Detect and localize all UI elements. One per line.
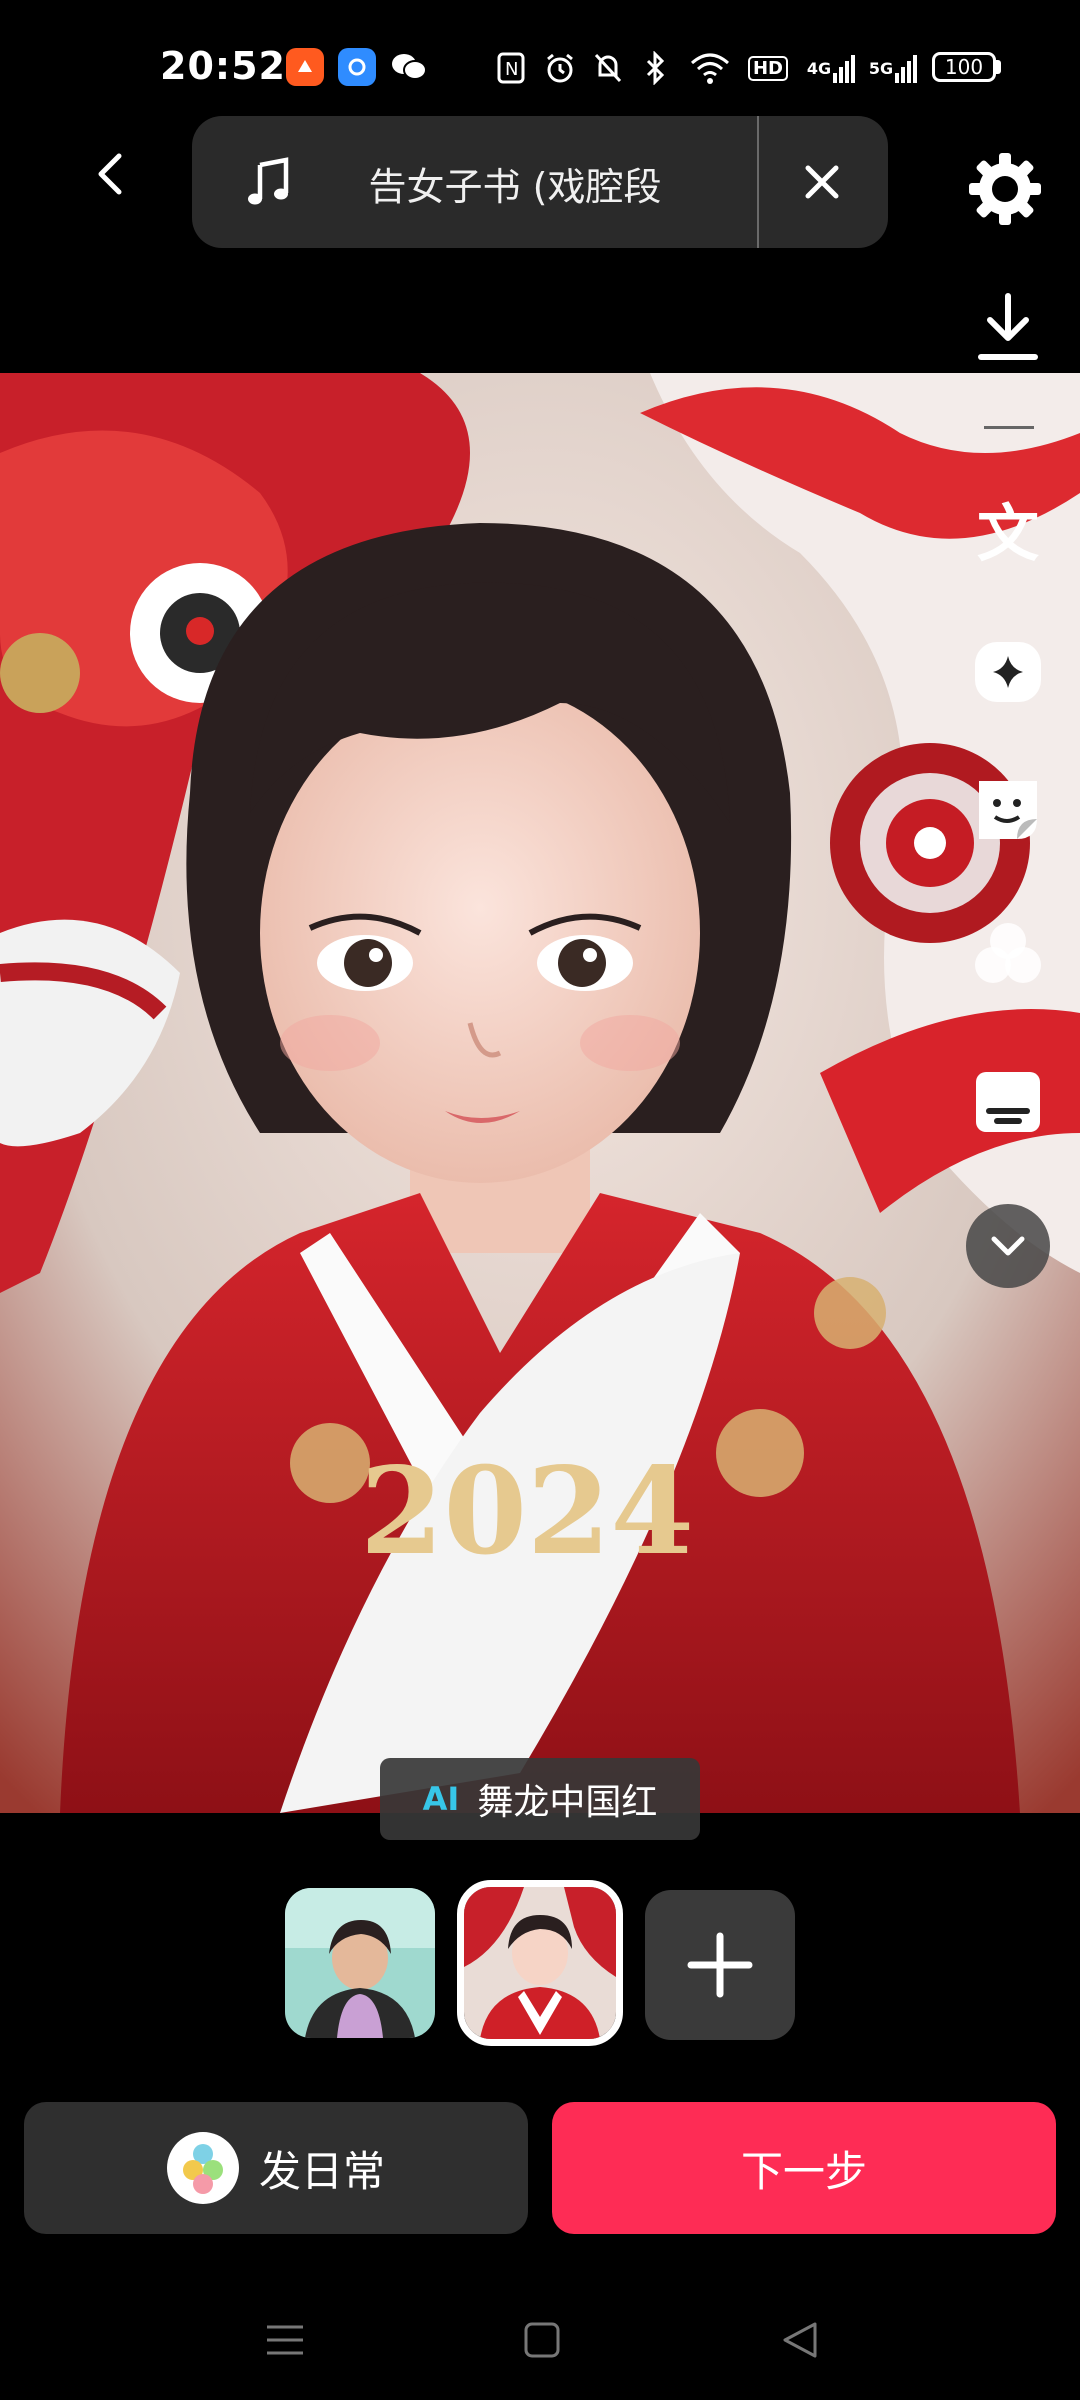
music-note-icon [240, 150, 296, 214]
hd-icon: HD [746, 48, 790, 88]
next-step-label: 下一步 [740, 2146, 867, 2196]
nfc-icon: N [496, 48, 526, 88]
alarm-icon [542, 48, 578, 88]
mute-icon [590, 48, 626, 88]
post-daily-label: 发日常 [258, 2146, 385, 2196]
settings-icon [969, 153, 1041, 225]
daily-avatar [166, 2132, 239, 2204]
text-button[interactable]: 文 [970, 490, 1046, 570]
media-thumbnail-ai[interactable] [457, 1880, 623, 2046]
preview-image[interactable]: 2024 [0, 373, 1080, 1813]
caption-button[interactable] [970, 1064, 1046, 1140]
effects-button[interactable] [970, 634, 1046, 710]
download-button[interactable] [970, 290, 1046, 366]
download-icon [978, 293, 1038, 360]
hero-overlay-text: 2024 [360, 1441, 694, 1582]
sticker-button[interactable] [970, 772, 1046, 848]
media-thumbnail-original[interactable] [285, 1888, 435, 2038]
tools-divider [984, 426, 1034, 429]
wechat-icon [390, 48, 428, 86]
menu-nav-icon [267, 2325, 303, 2355]
more-tools-button[interactable] [966, 1204, 1050, 1288]
settings-button[interactable] [962, 146, 1048, 232]
bluetooth-icon [638, 48, 672, 88]
caption-icon [976, 1072, 1040, 1132]
back-icon [98, 153, 122, 195]
home-nav-icon [524, 2322, 560, 2358]
system-back-button[interactable] [770, 2310, 830, 2370]
home-button[interactable] [512, 2310, 572, 2370]
sparkle-icon [975, 642, 1041, 702]
sticker-icon [979, 781, 1037, 839]
music-title: 告女子书 (戏腔段 [368, 165, 662, 208]
recent-apps-button[interactable] [255, 2310, 315, 2370]
signal-5g-icon: 5G [866, 48, 920, 88]
signal-4g-icon: 4G [806, 48, 856, 88]
text-icon: 文 [976, 497, 1039, 570]
next-step-button[interactable]: 下一步 [552, 2102, 1056, 2234]
status-bar: 20:52 N HD 4G 5G 100 [0, 0, 1080, 120]
ai-effect-label: 舞龙中国红 [477, 1782, 658, 1823]
close-icon [805, 165, 839, 199]
chevron-down-icon [991, 1236, 1025, 1256]
remove-music-button[interactable] [790, 150, 854, 214]
filter-icon [975, 923, 1041, 983]
add-media-button[interactable] [645, 1890, 795, 2040]
plus-icon [687, 1932, 753, 1998]
battery-indicator: 100 [932, 52, 996, 82]
music-divider [757, 116, 759, 248]
ai-effect-tag[interactable]: AI 舞龙中国红 [380, 1758, 700, 1840]
app-notification-icon [338, 48, 376, 86]
back-nav-icon [783, 2322, 817, 2358]
wifi-icon [688, 48, 732, 88]
post-daily-button[interactable]: 发日常 [24, 2102, 528, 2234]
status-time: 20:52 [160, 44, 286, 88]
filter-button[interactable] [970, 916, 1046, 992]
battery-tip [996, 60, 1001, 74]
svg-text:N: N [505, 59, 518, 80]
app-notification-icon [286, 48, 324, 86]
ai-badge: AI [422, 1780, 460, 1818]
back-button[interactable] [78, 142, 142, 206]
